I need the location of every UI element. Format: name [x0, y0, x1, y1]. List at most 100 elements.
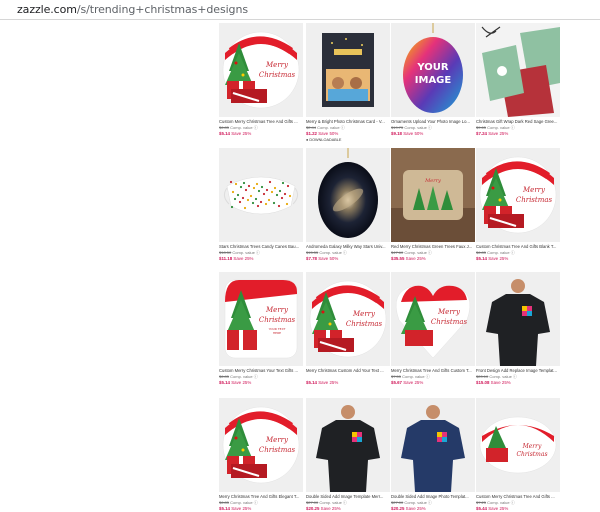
svg-text:Merry: Merry: [424, 178, 441, 184]
badge-text: DOWNLOADABLE: [309, 138, 342, 142]
svg-text:YOUR: YOUR: [416, 62, 449, 73]
save-percent: Save 25%: [490, 380, 511, 385]
comp-value-label: Comp. value ⓘ: [319, 250, 347, 255]
original-price: $15.55: [306, 250, 319, 255]
product-card[interactable]: Merry & Bright Photo Christmas Card - V.…: [306, 23, 390, 143]
original-price: $6.85: [219, 125, 230, 130]
original-price: $7.25: [476, 500, 487, 505]
original-price: $47.60: [391, 250, 404, 255]
sale-price-line: $5.14 Save 25%: [219, 131, 303, 137]
product-card[interactable]: Merry Christmas Custom Merry Christmas T…: [219, 23, 303, 137]
sale-price: $5.14: [476, 256, 487, 261]
sale-price: $9.18: [391, 131, 402, 136]
save-percent: Save 25%: [320, 506, 341, 511]
sale-price-line: $11.18 Save 25%: [219, 256, 303, 262]
sale-price-line: $15.08 Save 25%: [476, 380, 560, 386]
product-card[interactable]: Double Sided Add Image Template Merr... …: [306, 398, 390, 512]
svg-text:Christmas: Christmas: [431, 318, 468, 326]
save-percent: Save 25%: [488, 131, 509, 136]
svg-text:Christmas: Christmas: [516, 451, 547, 458]
save-percent: Save 50%: [403, 131, 424, 136]
product-title[interactable]: Merry Christmas Custom Add Your Text ...: [306, 368, 390, 374]
product-card[interactable]: Merry Christmas Custom Christmas Tree An…: [476, 148, 560, 262]
sale-price: $5.14: [219, 506, 230, 511]
sale-price: $5.44: [476, 506, 487, 511]
sale-price: $7.24: [476, 131, 487, 136]
save-percent: Save 25%: [405, 506, 426, 511]
sale-price: $11.18: [219, 256, 233, 261]
product-card[interactable]: Stars Christmas Trees Candy Canes Bau...…: [219, 148, 303, 262]
product-thumbnail[interactable]: Merry Christmas: [391, 272, 475, 366]
product-thumbnail[interactable]: YOUR IMAGE: [391, 23, 475, 117]
sale-price-line: $5.14 Save 25%: [306, 380, 390, 386]
svg-text:Christmas: Christmas: [259, 71, 296, 79]
save-percent: Save 25%: [318, 380, 339, 385]
sale-price-line: $5.67 Save 25%: [391, 380, 475, 386]
url-text[interactable]: zazzle.com/s/trending+christmas+designs: [17, 3, 248, 16]
svg-text:Merry: Merry: [522, 443, 542, 450]
product-thumbnail[interactable]: [306, 148, 390, 242]
sale-price-line: $20.25 Save 25%: [391, 506, 475, 512]
original-price: $27.00: [391, 500, 404, 505]
sale-price-line: $5.14 Save 25%: [476, 256, 560, 262]
product-thumbnail[interactable]: Merry Christmas: [306, 272, 390, 366]
svg-text:Christmas: Christmas: [259, 316, 296, 324]
original-price: $20.10: [476, 374, 489, 379]
comp-value-label: Comp. value ⓘ: [404, 250, 432, 255]
product-card[interactable]: Merry Christmas Merry Christmas Custom A…: [306, 272, 390, 386]
comp-value-label: Comp. value ⓘ: [230, 374, 258, 379]
product-thumbnail[interactable]: Merry: [391, 148, 475, 242]
product-thumbnail[interactable]: [306, 398, 390, 492]
comp-value-label: Comp. value ⓘ: [487, 125, 515, 130]
sale-price: $7.78: [306, 256, 317, 261]
original-price: $6.85: [219, 500, 230, 505]
sale-price: $5.67: [391, 380, 402, 385]
product-card[interactable]: Andromeda Galaxy Milky Way Stars Univ...…: [306, 148, 390, 262]
sale-price: $5.14: [219, 380, 230, 385]
product-thumbnail[interactable]: [219, 148, 303, 242]
comp-value-label: Comp. value ⓘ: [232, 250, 260, 255]
save-percent: Save 25%: [488, 256, 509, 261]
product-thumbnail[interactable]: Merry Christmas: [476, 398, 560, 492]
original-price: $9.65: [476, 125, 487, 130]
product-card[interactable]: Double Sided Add Image Photo Templat... …: [391, 398, 475, 512]
svg-text:Merry: Merry: [265, 436, 289, 444]
sale-price-line: $9.18 Save 50%: [391, 131, 475, 137]
comp-value-label: Comp. value ⓘ: [489, 374, 517, 379]
svg-text:Merry: Merry: [522, 186, 546, 194]
product-thumbnail[interactable]: [306, 23, 390, 117]
sale-price-line: $5.14 Save 25%: [219, 380, 303, 386]
product-thumbnail[interactable]: [476, 272, 560, 366]
product-card[interactable]: Merry Red Merry Christmas Green Trees Fa…: [391, 148, 475, 262]
address-bar[interactable]: zazzle.com/s/trending+christmas+designs: [0, 0, 600, 20]
product-thumbnail[interactable]: [476, 23, 560, 117]
comp-value-label: Comp. value ⓘ: [404, 500, 432, 505]
url-domain: zazzle.com: [17, 3, 77, 16]
svg-text:Merry: Merry: [352, 310, 376, 318]
svg-text:Christmas: Christmas: [259, 446, 296, 454]
product-thumbnail[interactable]: Merry Christmas: [476, 148, 560, 242]
sale-price: $15.08: [476, 380, 490, 385]
product-card[interactable]: Merry Christmas YOUR TEXT HERE Custom Me…: [219, 272, 303, 386]
original-price: $27.00: [306, 500, 319, 505]
comp-value-label: Comp. value ⓘ: [487, 250, 515, 255]
sale-price-line: $5.44 Save 25%: [476, 506, 560, 512]
downloadable-badge: ● DOWNLOADABLE: [306, 138, 342, 142]
product-thumbnail[interactable]: Merry Christmas: [219, 398, 303, 492]
sale-price: $35.55: [391, 256, 405, 261]
product-thumbnail[interactable]: Merry Christmas YOUR TEXT HERE: [219, 272, 303, 366]
product-card[interactable]: Merry Christmas Merry Christmas Tree And…: [219, 398, 303, 512]
comp-value-label: Comp. value ⓘ: [230, 500, 258, 505]
product-card[interactable]: Christmas Gift Wrap Dark Red Sage Gree..…: [476, 23, 560, 137]
product-card[interactable]: Merry Christmas Merry Christmas Tree And…: [391, 272, 475, 386]
product-thumbnail[interactable]: Merry Christmas: [219, 23, 303, 117]
save-percent: Save 50%: [318, 256, 339, 261]
product-card[interactable]: YOUR IMAGE Ornaments Upload Your Photo I…: [391, 23, 475, 137]
product-card[interactable]: Front Design Add Replace Image Templat..…: [476, 272, 560, 386]
comp-value-label: Comp. value ⓘ: [404, 125, 432, 130]
product-thumbnail[interactable]: [391, 398, 475, 492]
save-percent: Save 25%: [488, 506, 509, 511]
save-percent: Save 25%: [231, 506, 252, 511]
product-card[interactable]: Merry Christmas Custom Merry Christmas T…: [476, 398, 560, 512]
comp-value-label: Comp. value ⓘ: [319, 500, 347, 505]
